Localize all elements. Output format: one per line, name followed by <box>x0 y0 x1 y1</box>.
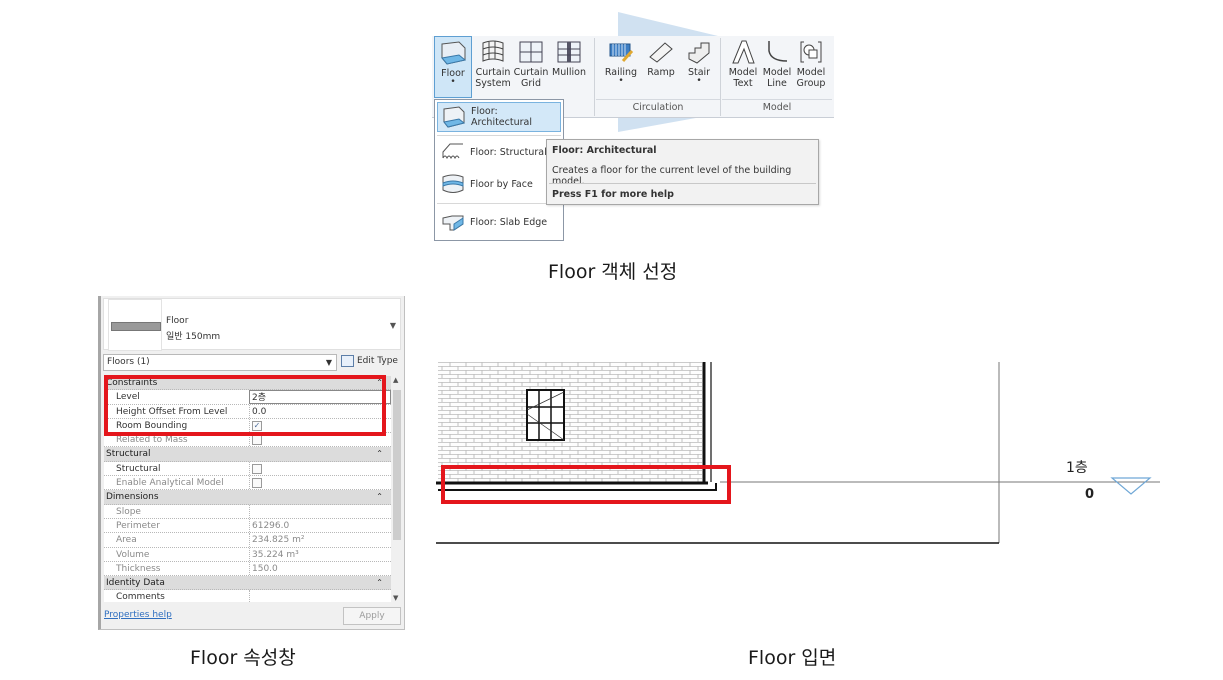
category-identity-data[interactable]: Identity Data ⌃ <box>104 576 391 591</box>
properties-palette: Floor 일반 150mm ▼ Floors (1) ▼ Edit Type … <box>98 296 405 630</box>
model-text-icon <box>732 40 755 64</box>
model-group-button[interactable]: Model Group <box>792 36 830 98</box>
menu-item-floor-slab-edge[interactable]: Floor: Slab Edge <box>437 207 561 237</box>
property-row: Thickness 150.0 <box>104 561 391 577</box>
model-group-icon <box>800 41 822 63</box>
menu-item-floor-by-face[interactable]: Floor by Face <box>437 169 561 199</box>
category-constraints[interactable]: Constraints ⌃ <box>104 376 391 391</box>
floor-swatch <box>111 322 161 331</box>
property-row: Volume 35.224 m³ <box>104 547 391 562</box>
property-row[interactable]: Structural <box>104 461 391 477</box>
ribbon-separator <box>594 38 595 116</box>
mullion-button[interactable]: Mullion <box>550 36 588 98</box>
category-dimensions[interactable]: Dimensions ⌃ <box>104 490 391 505</box>
property-row: Area 234.825 m² <box>104 533 391 548</box>
dropdown-arrow-icon: • <box>450 77 456 87</box>
model-text-button[interactable]: Model Text <box>724 36 762 98</box>
railing-icon <box>609 43 634 63</box>
floor-dropdown-menu: Floor: Architectural Floor: Structural F… <box>434 99 564 241</box>
ribbon-separator <box>720 38 721 116</box>
height-offset-field[interactable]: 0.0 <box>249 404 391 418</box>
slab-edge-icon <box>442 215 464 231</box>
room-bounding-checkbox[interactable]: ✓ <box>252 420 262 431</box>
collapse-icon[interactable]: ⌃ <box>376 576 383 590</box>
curtain-system-button[interactable]: Curtain System <box>474 36 512 98</box>
menu-item-floor-architectural[interactable]: Floor: Architectural <box>437 102 561 132</box>
caption-floor-select: Floor 객체 선정 <box>548 261 678 283</box>
floor-architectural-icon <box>443 106 466 128</box>
scroll-down-icon[interactable]: ▼ <box>393 594 398 602</box>
chevron-down-icon[interactable]: ▼ <box>390 321 396 330</box>
property-row[interactable]: Room Bounding ✓ <box>104 418 391 434</box>
analytical-model-checkbox <box>252 478 262 489</box>
mullion-icon <box>557 41 581 63</box>
properties-grid: Constraints ⌃ Level 2층 Height Offset From … <box>104 376 391 602</box>
dropdown-arrow-icon: • <box>696 76 702 86</box>
property-row: Related to Mass <box>104 433 391 448</box>
type-preview <box>108 299 162 351</box>
menu-item-floor-structural[interactable]: Floor: Structural <box>437 137 561 167</box>
tooltip-help: Press F1 for more help <box>552 189 674 200</box>
level-marker-icon[interactable] <box>1110 477 1152 495</box>
chevron-down-icon: ▼ <box>325 358 332 367</box>
property-row: Perimeter 61296.0 <box>104 518 391 534</box>
tooltip-separator <box>549 183 816 184</box>
group-label-model: Model <box>722 99 832 117</box>
stair-icon <box>688 42 710 64</box>
instance-filter-select[interactable]: Floors (1) ▼ <box>103 354 337 371</box>
stair-button[interactable]: Stair • <box>680 36 718 98</box>
structural-checkbox[interactable] <box>252 463 262 474</box>
floor-button[interactable]: Floor • <box>434 36 472 98</box>
brick-wall <box>438 362 702 482</box>
type-selector[interactable]: Floor 일반 150mm ▼ <box>103 298 401 351</box>
tooltip-title: Floor: Architectural <box>552 145 657 156</box>
property-row[interactable]: Level 2층 <box>104 390 391 405</box>
property-row: Enable Analytical Model <box>104 476 391 491</box>
level-elevation: 0 <box>1085 487 1095 502</box>
edit-type-icon <box>341 354 354 367</box>
properties-help-link[interactable]: Properties help <box>104 610 172 620</box>
category-structural[interactable]: Structural ⌃ <box>104 447 391 462</box>
menu-separator <box>437 203 561 204</box>
related-to-mass-checkbox <box>252 435 262 446</box>
model-line-icon <box>768 41 788 62</box>
tooltip: Floor: Architectural Creates a floor for… <box>546 139 819 205</box>
instance-row: Floors (1) ▼ Edit Type <box>103 354 403 372</box>
type-name: 일반 150mm <box>166 332 221 342</box>
group-label-circulation: Circulation <box>596 99 720 117</box>
scroll-up-icon[interactable]: ▲ <box>393 376 398 384</box>
floor-structural-icon <box>442 143 463 160</box>
apply-button[interactable]: Apply <box>343 607 401 625</box>
caption-floor-elevation: Floor 입면 <box>748 647 837 669</box>
window <box>526 389 565 441</box>
ramp-button[interactable]: Ramp <box>642 36 680 98</box>
collapse-icon[interactable]: ⌃ <box>376 490 383 504</box>
floor-icon <box>441 41 467 65</box>
property-row[interactable]: Height Offset From Level 0.0 <box>104 404 391 419</box>
properties-scrollbar[interactable]: ▲ ▼ <box>392 376 402 602</box>
property-row: Slope <box>104 504 391 519</box>
dropdown-arrow-icon: • <box>618 76 624 86</box>
level-field[interactable]: 2층 <box>249 390 391 404</box>
model-line-button[interactable]: Model Line <box>758 36 796 98</box>
edit-type-button[interactable]: Edit Type <box>341 354 398 371</box>
curtain-system-icon <box>482 40 504 62</box>
elevation-view <box>436 362 1160 544</box>
scroll-thumb[interactable] <box>393 390 401 540</box>
menu-separator <box>437 135 561 136</box>
curtain-grid-button[interactable]: Curtain Grid <box>512 36 550 98</box>
ramp-icon <box>649 42 673 63</box>
type-family: Floor <box>166 316 189 326</box>
property-row[interactable]: Comments <box>104 590 391 602</box>
curtain-grid-icon <box>519 41 543 63</box>
collapse-icon[interactable]: ⌃ <box>376 376 383 390</box>
comments-field[interactable] <box>249 590 391 602</box>
caption-floor-properties: Floor 속성창 <box>190 647 296 669</box>
level-name[interactable]: 1층 <box>1066 457 1088 477</box>
floor-by-face-icon <box>442 174 464 193</box>
railing-button[interactable]: Railing • <box>602 36 640 98</box>
collapse-icon[interactable]: ⌃ <box>376 447 383 461</box>
